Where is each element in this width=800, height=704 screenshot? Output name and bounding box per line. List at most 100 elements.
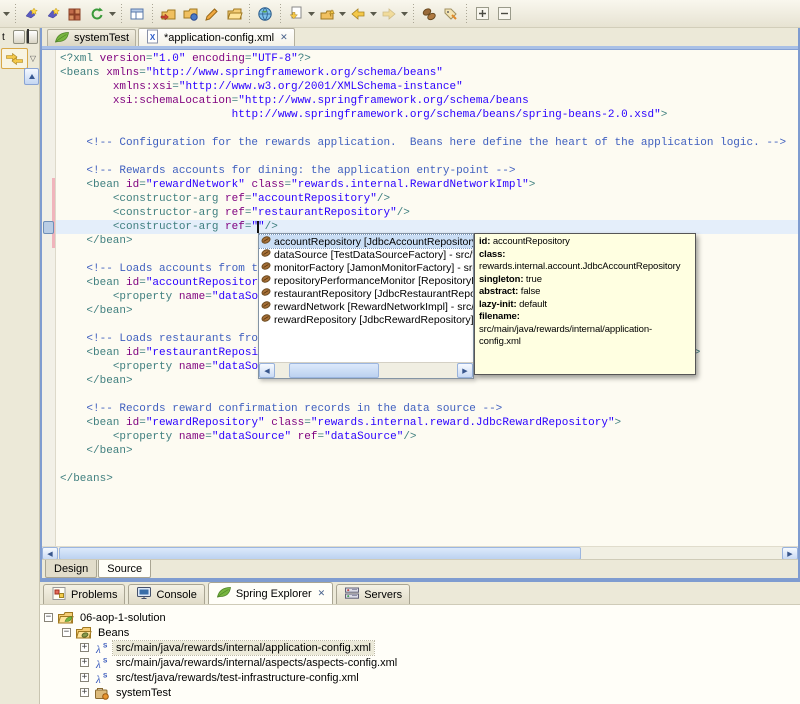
code-line[interactable]: <!-- Rewards accounts for dining: the ap… [60,164,798,178]
new-wizard-icon[interactable] [20,3,42,25]
scroll-up-button[interactable] [24,68,39,85]
tree-item-label[interactable]: 06-aop-1-solution [77,611,169,625]
forward-arrow-icon[interactable] [378,3,400,25]
expand-expander-icon[interactable]: + [80,673,89,682]
tree-item-label[interactable]: systemTest [113,686,174,700]
code-line[interactable]: <bean id="rewardNetwork" class="rewards.… [60,178,798,192]
tree-row[interactable]: + λ Ssrc/main/java/rewards/internal/applic… [44,639,800,656]
editor-horizontal-scrollbar[interactable]: ◀ ▶ [42,546,798,560]
completion-item[interactable]: dataSource [TestDataSourceFactory] - src… [259,248,473,261]
collapse-expander-icon[interactable]: − [62,628,71,637]
tree-item-label[interactable]: src/test/java/rewards/test-infrastructur… [113,671,362,685]
toolbar-separator [413,4,414,23]
code-line[interactable]: <!-- Records reward confirmation records… [60,402,798,416]
completion-item[interactable]: rewardRepository [JdbcRewardRepository] … [259,313,473,326]
code-line[interactable]: xmlns:xsi="http://www.w3.org/2001/XMLSch… [60,80,798,94]
code-line[interactable]: <!-- Configuration for the rewards appli… [60,136,798,150]
page-tab-source[interactable]: Source [98,560,152,578]
view-tab-spring-explorer[interactable]: Spring Explorer ✕ [207,582,334,604]
code-line[interactable] [60,122,798,136]
dropdown-caret-icon[interactable] [108,3,117,25]
code-line[interactable]: <property name="dataSource" ref="dataSou… [60,430,798,444]
export-folder-icon[interactable] [179,3,201,25]
link-with-editor-icon[interactable] [1,48,28,69]
tree-row[interactable]: + λ Ssrc/test/java/rewards/test-infrastruc… [44,670,800,685]
view-tab-problems[interactable]: Problems [43,584,126,604]
popup-scroll-right-icon[interactable]: ▶ [457,363,473,378]
new-package-icon[interactable] [64,3,86,25]
editor-tab-systemtest[interactable]: systemTest [47,29,137,46]
popup-horizontal-scrollbar[interactable]: ◀ ▶ [259,362,473,378]
restore-view-button[interactable] [26,29,38,44]
code-line[interactable] [60,458,798,472]
editor-tab--application-config-xml[interactable]: X *application-config.xml ✕ [138,28,295,46]
code-line[interactable]: <beans xmlns="http://www.springframework… [60,66,798,80]
tree-row[interactable]: + systemTest [44,685,800,700]
expand-expander-icon[interactable]: + [80,643,89,652]
code-segment: "http://www.springframework.org/schema/b… [238,95,529,107]
minimize-view-button[interactable] [13,30,25,44]
tree-row[interactable]: + λ Ssrc/main/java/rewards/internal/aspect… [44,655,800,670]
collapse-expander-icon[interactable]: − [44,613,53,622]
toolbar-separator [280,4,281,23]
page-tab-design[interactable]: Design [45,560,98,578]
tree-item-label[interactable]: src/main/java/rewards/internal/aspects/a… [113,656,400,670]
completion-item[interactable]: monitorFactory [JamonMonitorFactory] - s… [259,261,473,274]
code-line[interactable]: </bean> [60,444,798,458]
code-line[interactable] [60,388,798,402]
show-view-table-icon[interactable] [126,3,148,25]
annotation-ruler[interactable] [42,50,56,547]
code-line[interactable]: <constructor-arg ref=""/> [56,220,798,234]
view-tab-console[interactable]: Console [128,584,205,604]
close-icon[interactable]: ✕ [280,32,288,43]
completion-item[interactable]: rewardNetwork [RewardNetworkImpl] - src/… [259,300,473,313]
tag-arrow-icon[interactable] [440,3,462,25]
popup-scrollbar-track[interactable] [380,363,457,378]
expand-all-icon[interactable] [471,3,493,25]
import-folder-icon[interactable] [157,3,179,25]
tree-item-label[interactable]: Beans [95,626,132,640]
dropdown-caret-icon[interactable] [338,3,347,25]
expand-expander-icon[interactable]: + [80,658,89,667]
completion-item-label: monitorFactory [JamonMonitorFactory] - s… [274,261,473,274]
code-line[interactable]: <?xml version="1.0" encoding="UTF-8"?> [60,52,798,66]
open-folder-icon[interactable] [223,3,245,25]
close-icon[interactable]: ✕ [318,588,326,599]
overflow-caret-icon[interactable] [2,3,11,25]
new-wizard-icon[interactable] [42,3,64,25]
file-down-arrow-icon[interactable] [285,3,307,25]
code-segment: xsi:schemaLocation [112,95,232,107]
completion-item[interactable]: restaurantRepository [JdbcRestaurantRepo… [259,287,473,300]
code-line[interactable]: </beans> [60,472,798,486]
completion-item[interactable]: accountRepository [JdbcAccountRepository… [259,234,473,249]
popup-scroll-left-icon[interactable]: ◀ [259,363,275,378]
code-line[interactable]: <constructor-arg ref="restaurantReposito… [60,206,798,220]
code-line[interactable]: <bean id="rewardRepository" class="rewar… [60,416,798,430]
view-menu-caret-icon[interactable]: ▽ [28,54,38,63]
code-line[interactable]: http://www.springframework.org/schema/be… [60,108,798,122]
dropdown-caret-icon[interactable] [400,3,409,25]
dropdown-caret-icon[interactable] [369,3,378,25]
coffee-beans-icon[interactable] [418,3,440,25]
dropdown-caret-icon[interactable] [307,3,316,25]
collapse-all-icon[interactable] [493,3,515,25]
tree-item-label[interactable]: src/main/java/rewards/internal/applicati… [112,639,375,656]
code-segment: "rewardNetwork" [145,179,245,191]
code-line[interactable] [60,150,798,164]
completion-item[interactable]: repositoryPerformanceMonitor [Repository… [259,274,473,287]
popup-scrollbar-thumb[interactable] [289,363,379,378]
web-globe-icon[interactable] [254,3,276,25]
code-segment: "rewards.internal.reward.JdbcRewardRepos… [310,417,615,429]
tree-row[interactable]: − 06-aop-1-solution [44,610,800,625]
expand-expander-icon[interactable]: + [80,688,89,697]
tree-row[interactable]: − Beans [44,625,800,640]
code-line[interactable]: <constructor-arg ref="accountRepository"… [60,192,798,206]
view-tab-servers[interactable]: Servers [336,584,411,604]
edit-pencil-icon[interactable] [201,3,223,25]
refresh-icon[interactable] [86,3,108,25]
code-segment: <property [112,431,179,443]
folder-up-arrow-icon[interactable] [316,3,338,25]
back-arrow-icon[interactable] [347,3,369,25]
code-line[interactable]: xsi:schemaLocation="http://www.springfra… [60,94,798,108]
